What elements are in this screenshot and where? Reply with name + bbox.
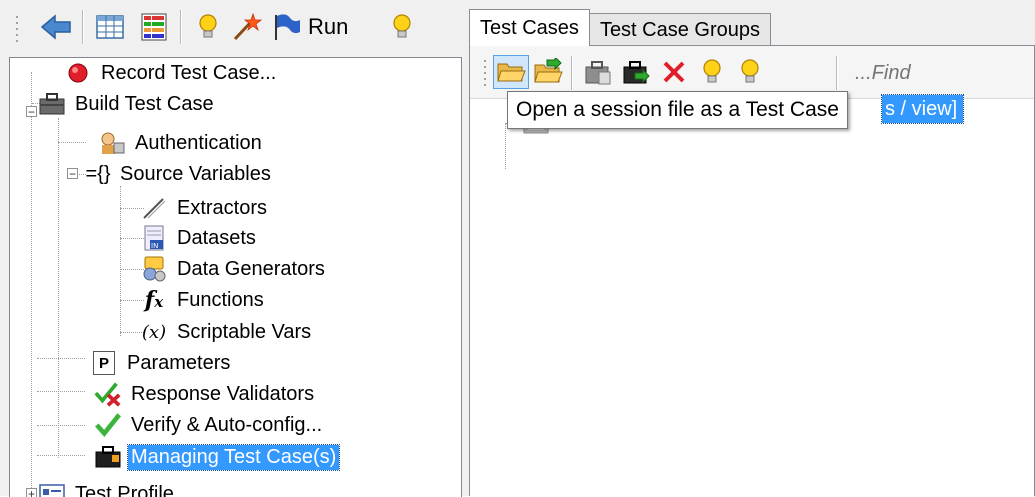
tree-item-label: Parameters bbox=[124, 351, 233, 376]
expander-build-test-case[interactable]: − bbox=[26, 106, 37, 117]
toolbar-separator bbox=[571, 56, 573, 90]
profile-icon bbox=[38, 480, 66, 497]
run-label: Run bbox=[308, 14, 348, 40]
selected-test-case-item[interactable]: s / view] bbox=[882, 95, 963, 123]
hint-bulb-icon bbox=[739, 57, 761, 87]
tree-item-label: Data Generators bbox=[174, 257, 328, 282]
tree-item-response-validators[interactable]: Response Validators bbox=[94, 379, 317, 409]
hint-button[interactable] bbox=[190, 10, 226, 44]
table-view-icon bbox=[95, 13, 125, 41]
table-view-button[interactable] bbox=[90, 10, 130, 44]
tree-connector bbox=[58, 118, 59, 458]
tree-connector bbox=[31, 72, 32, 497]
tree-item-label: Build Test Case bbox=[72, 92, 217, 117]
hint-bulb-icon bbox=[391, 12, 413, 42]
find-input[interactable] bbox=[853, 59, 1027, 87]
left-pane: Run − − + Rec bbox=[0, 0, 462, 496]
tree-item-managing-test-cases[interactable]: Managing Test Case(s) bbox=[94, 442, 339, 472]
user-key-icon bbox=[98, 129, 126, 157]
fx-icon: fx bbox=[140, 286, 168, 314]
checkmark-icon bbox=[94, 411, 122, 439]
tooltip: Open a session file as a Test Case bbox=[507, 91, 848, 129]
tab-test-cases[interactable]: Test Cases bbox=[469, 9, 590, 46]
record-icon bbox=[64, 59, 92, 87]
toolbar-grip[interactable] bbox=[482, 58, 488, 88]
flag-icon bbox=[272, 12, 302, 42]
tree-connector bbox=[37, 425, 85, 426]
tree-item-label: Test Profile bbox=[72, 482, 177, 497]
tree-item-datasets[interactable]: IN Datasets bbox=[140, 223, 259, 253]
briefcase-icon bbox=[38, 90, 66, 118]
tree-item-label: Managing Test Case(s) bbox=[128, 445, 339, 470]
import-folder-icon bbox=[533, 58, 563, 86]
hint-button[interactable] bbox=[694, 55, 730, 89]
tree-item-label: Extractors bbox=[174, 196, 270, 221]
svg-text:IN: IN bbox=[151, 242, 158, 250]
color-grid-icon bbox=[139, 12, 169, 42]
tree-item-source-variables[interactable]: ={} Source Variables bbox=[83, 159, 274, 189]
dataset-icon: IN bbox=[140, 224, 168, 252]
color-grid-button[interactable] bbox=[134, 10, 174, 44]
tree-connector bbox=[37, 455, 85, 456]
check-cross-icon bbox=[94, 380, 122, 408]
run-button[interactable]: Run bbox=[272, 10, 382, 44]
open-folder-icon bbox=[496, 59, 526, 85]
delete-x-icon bbox=[661, 59, 687, 85]
toolbar-separator bbox=[180, 10, 182, 44]
hint-button-2[interactable] bbox=[732, 55, 768, 89]
copy-case-icon bbox=[583, 58, 613, 86]
tree-item-verify-auto-config[interactable]: Verify & Auto-config... bbox=[94, 410, 325, 440]
hint-bulb-icon bbox=[701, 57, 723, 87]
tree-connector bbox=[58, 142, 86, 143]
tree-item-parameters[interactable]: P Parameters bbox=[90, 348, 233, 378]
tree-item-authentication[interactable]: Authentication bbox=[98, 128, 265, 158]
parameter-p-icon: P bbox=[90, 349, 118, 377]
back-arrow-icon bbox=[40, 13, 72, 41]
tree-item-extractors[interactable]: Extractors bbox=[140, 193, 270, 223]
tree-item-build-test-case[interactable]: Build Test Case bbox=[38, 89, 217, 119]
tree-item-scriptable-vars[interactable]: (x) Scriptable Vars bbox=[138, 317, 314, 347]
tree-item-label: Response Validators bbox=[128, 382, 317, 407]
tree-item-label: Scriptable Vars bbox=[174, 320, 314, 345]
back-button[interactable] bbox=[36, 10, 76, 44]
import-button[interactable] bbox=[530, 55, 566, 89]
copy-test-case-button[interactable] bbox=[580, 55, 616, 89]
tab-strip: Test Cases Test Case Groups bbox=[469, 10, 770, 46]
test-case-tree: Test Case 1 bbox=[470, 99, 1034, 497]
toolbar-separator bbox=[836, 56, 838, 90]
briefcase-dark-icon bbox=[94, 443, 122, 471]
tree-connector bbox=[37, 391, 85, 392]
tree-item-label: Authentication bbox=[132, 131, 265, 156]
magic-wand-icon bbox=[231, 12, 263, 42]
navigation-tree: − − + Record Test Case... Build Test Cas… bbox=[9, 57, 462, 497]
tree-item-label: Record Test Case... bbox=[98, 61, 279, 86]
tree-item-test-profile[interactable]: Test Profile bbox=[38, 479, 177, 497]
delete-button[interactable] bbox=[656, 55, 692, 89]
tree-item-label: Datasets bbox=[174, 226, 259, 251]
tree-item-record-test-case[interactable]: Record Test Case... bbox=[64, 58, 279, 88]
right-pane: Test Cases Test Case Groups bbox=[462, 0, 1035, 496]
tree-item-label: Source Variables bbox=[117, 162, 274, 187]
hint-button-2[interactable] bbox=[384, 10, 420, 44]
x-variable-icon: (x) bbox=[138, 318, 170, 346]
gears-icon bbox=[140, 255, 168, 283]
expander-source-variables[interactable]: − bbox=[67, 168, 78, 179]
wizard-button[interactable] bbox=[228, 10, 266, 44]
toolbar-separator bbox=[82, 10, 84, 44]
left-toolbar: Run bbox=[0, 0, 462, 56]
tab-test-case-groups[interactable]: Test Case Groups bbox=[589, 13, 771, 46]
paste-test-case-button[interactable] bbox=[618, 55, 654, 89]
paste-case-icon bbox=[621, 58, 651, 86]
pen-icon bbox=[140, 194, 168, 222]
open-session-button[interactable] bbox=[493, 55, 529, 89]
braces-icon: ={} bbox=[83, 160, 113, 188]
tree-item-data-generators[interactable]: Data Generators bbox=[140, 254, 328, 284]
tree-item-functions[interactable]: fx Functions bbox=[140, 285, 267, 315]
tree-item-label: Functions bbox=[174, 288, 267, 313]
hint-bulb-icon bbox=[197, 12, 219, 42]
tree-connector bbox=[505, 123, 506, 169]
toolbar-grip[interactable] bbox=[14, 14, 20, 44]
tree-item-label: Verify & Auto-config... bbox=[128, 413, 325, 438]
tree-connector bbox=[37, 358, 85, 359]
